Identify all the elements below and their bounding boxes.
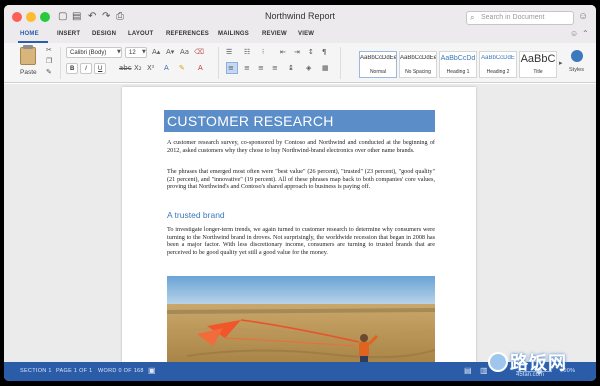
underline-label: U — [98, 66, 103, 72]
search-input[interactable]: ⌕ Search in Document — [466, 11, 574, 25]
superscript-button[interactable]: X² — [147, 64, 155, 73]
paragraph-3[interactable]: To investigate longer-term trends, we ag… — [167, 226, 435, 256]
shading-icon[interactable]: ◈ — [306, 64, 311, 73]
styles-pane-icon[interactable] — [571, 50, 583, 62]
style-name: Heading 2 — [486, 69, 510, 75]
status-word-count[interactable]: WORD 0 OF 168 — [98, 368, 144, 374]
styles-pane-label[interactable]: Styles — [569, 66, 584, 75]
line-spacing-icon[interactable]: ↨ — [288, 64, 294, 73]
style-name: No Spacing — [405, 69, 431, 75]
increase-indent-icon[interactable]: ⇥ — [294, 48, 300, 57]
decrease-indent-icon[interactable]: ⇤ — [280, 48, 286, 57]
watermark-url: 45fan.com — [516, 372, 545, 378]
style-sample: AaBbCcDd — [440, 55, 476, 62]
copy-icon[interactable]: ❐ — [46, 57, 52, 66]
styles-gallery-next-icon[interactable]: ▸ — [559, 59, 563, 68]
paste-label: Paste — [20, 69, 37, 76]
style-sample: AaBbCcDdE — [481, 55, 515, 61]
proofing-icon[interactable]: ▣ — [148, 366, 156, 375]
document-heading[interactable]: CUSTOMER RESEARCH — [167, 113, 334, 129]
tab-view[interactable]: VIEW — [298, 31, 314, 37]
text-effects-icon[interactable]: A — [164, 64, 169, 73]
style-title[interactable]: AaBbC Title — [519, 51, 557, 78]
document-subheading[interactable]: A trusted brand — [167, 210, 225, 220]
style-heading-2[interactable]: AaBbCcDdE Heading 2 — [479, 51, 517, 78]
cut-icon[interactable]: ✂ — [46, 46, 52, 55]
sort-icon[interactable]: ↕ — [308, 48, 314, 57]
grow-font-icon[interactable]: A▴ — [152, 48, 160, 57]
format-painter-icon[interactable]: ✎ — [46, 68, 52, 77]
status-page[interactable]: PAGE 1 OF 1 — [56, 368, 93, 374]
print-layout-icon[interactable]: ▤ — [464, 366, 472, 375]
shrink-font-icon[interactable]: A▾ — [166, 48, 174, 57]
smiley-feedback-icon[interactable]: ☺ — [570, 29, 578, 38]
status-section[interactable]: SECTION 1 — [20, 368, 52, 374]
align-center-icon[interactable]: ≡ — [244, 64, 250, 73]
account-icon[interactable]: ☺ — [578, 12, 588, 22]
bold-button[interactable]: B — [66, 63, 78, 74]
justify-icon[interactable]: ≡ — [272, 64, 278, 73]
align-left-icon: ≡ — [228, 64, 234, 72]
numbering-icon[interactable]: ☷ — [244, 48, 250, 57]
search-placeholder: Search in Document — [481, 14, 545, 21]
chevron-down-icon: ▼ — [142, 49, 146, 55]
subscript-button[interactable]: X₂ — [134, 64, 142, 73]
word-window: ▢ ▤ ↶ ↷ ⎙ Northwind Report ⌕ Search in D… — [4, 5, 596, 381]
style-sample: AaBbC — [520, 53, 556, 65]
tab-references[interactable]: REFERENCES — [166, 31, 209, 37]
chevron-down-icon: ▼ — [117, 49, 121, 55]
paragraph-1[interactable]: A customer research survey, co-sponsored… — [167, 139, 435, 154]
italic-label: I — [85, 66, 87, 72]
bullets-icon[interactable]: ☰ — [226, 48, 232, 57]
font-name-select[interactable]: Calibri (Body) — [66, 47, 122, 58]
tab-mailings[interactable]: MAILINGS — [218, 31, 249, 37]
style-name: Title — [533, 69, 543, 75]
strikethrough-button[interactable]: abc — [119, 64, 132, 73]
bold-label: B — [70, 66, 75, 72]
collapse-ribbon-icon[interactable]: ⌃ — [582, 29, 589, 38]
italic-button[interactable]: I — [80, 63, 92, 74]
tab-design[interactable]: DESIGN — [92, 31, 116, 37]
clipboard-clip-icon — [23, 45, 33, 49]
clear-formatting-icon[interactable]: ⌫ — [194, 48, 204, 57]
web-layout-icon[interactable]: ▥ — [480, 366, 488, 375]
ribbon-separator — [218, 47, 219, 79]
tab-insert[interactable]: INSERT — [57, 31, 80, 37]
style-heading-1[interactable]: AaBbCcDd Heading 1 — [439, 51, 477, 78]
style-normal[interactable]: AaBbCcDdEe Normal — [359, 51, 397, 78]
underline-button[interactable]: U — [94, 63, 106, 74]
ribbon-separator — [60, 47, 61, 79]
style-sample: AaBbCcDdEe — [400, 55, 436, 61]
document-photo[interactable] — [167, 276, 435, 363]
ribbon-separator — [340, 47, 341, 79]
paragraph-2[interactable]: The phrases that emerged most often were… — [167, 168, 435, 191]
style-name: Heading 1 — [446, 69, 470, 75]
style-sample: AaBbCcDdEe — [360, 55, 396, 61]
style-no-spacing[interactable]: AaBbCcDdEe No Spacing — [399, 51, 437, 78]
multilevel-list-icon[interactable]: ⁝ — [262, 48, 264, 57]
show-formatting-icon[interactable]: ¶ — [322, 48, 326, 57]
search-icon: ⌕ — [470, 13, 475, 22]
watermark-logo — [488, 352, 508, 372]
font-color-icon[interactable]: A — [198, 64, 203, 73]
style-name: Normal — [369, 69, 387, 75]
font-size-value: 12 — [129, 50, 136, 56]
align-right-icon[interactable]: ≡ — [258, 64, 264, 73]
tab-home[interactable]: HOME — [20, 31, 39, 37]
tab-review[interactable]: REVIEW — [262, 31, 287, 37]
change-case-icon[interactable]: Aa — [180, 48, 189, 57]
highlight-icon[interactable]: ✎ — [179, 64, 185, 73]
paste-icon[interactable] — [20, 47, 36, 65]
tab-layout[interactable]: LAYOUT — [128, 31, 153, 37]
font-name-value: Calibri (Body) — [70, 50, 107, 56]
borders-icon[interactable]: ▦ — [322, 64, 329, 73]
